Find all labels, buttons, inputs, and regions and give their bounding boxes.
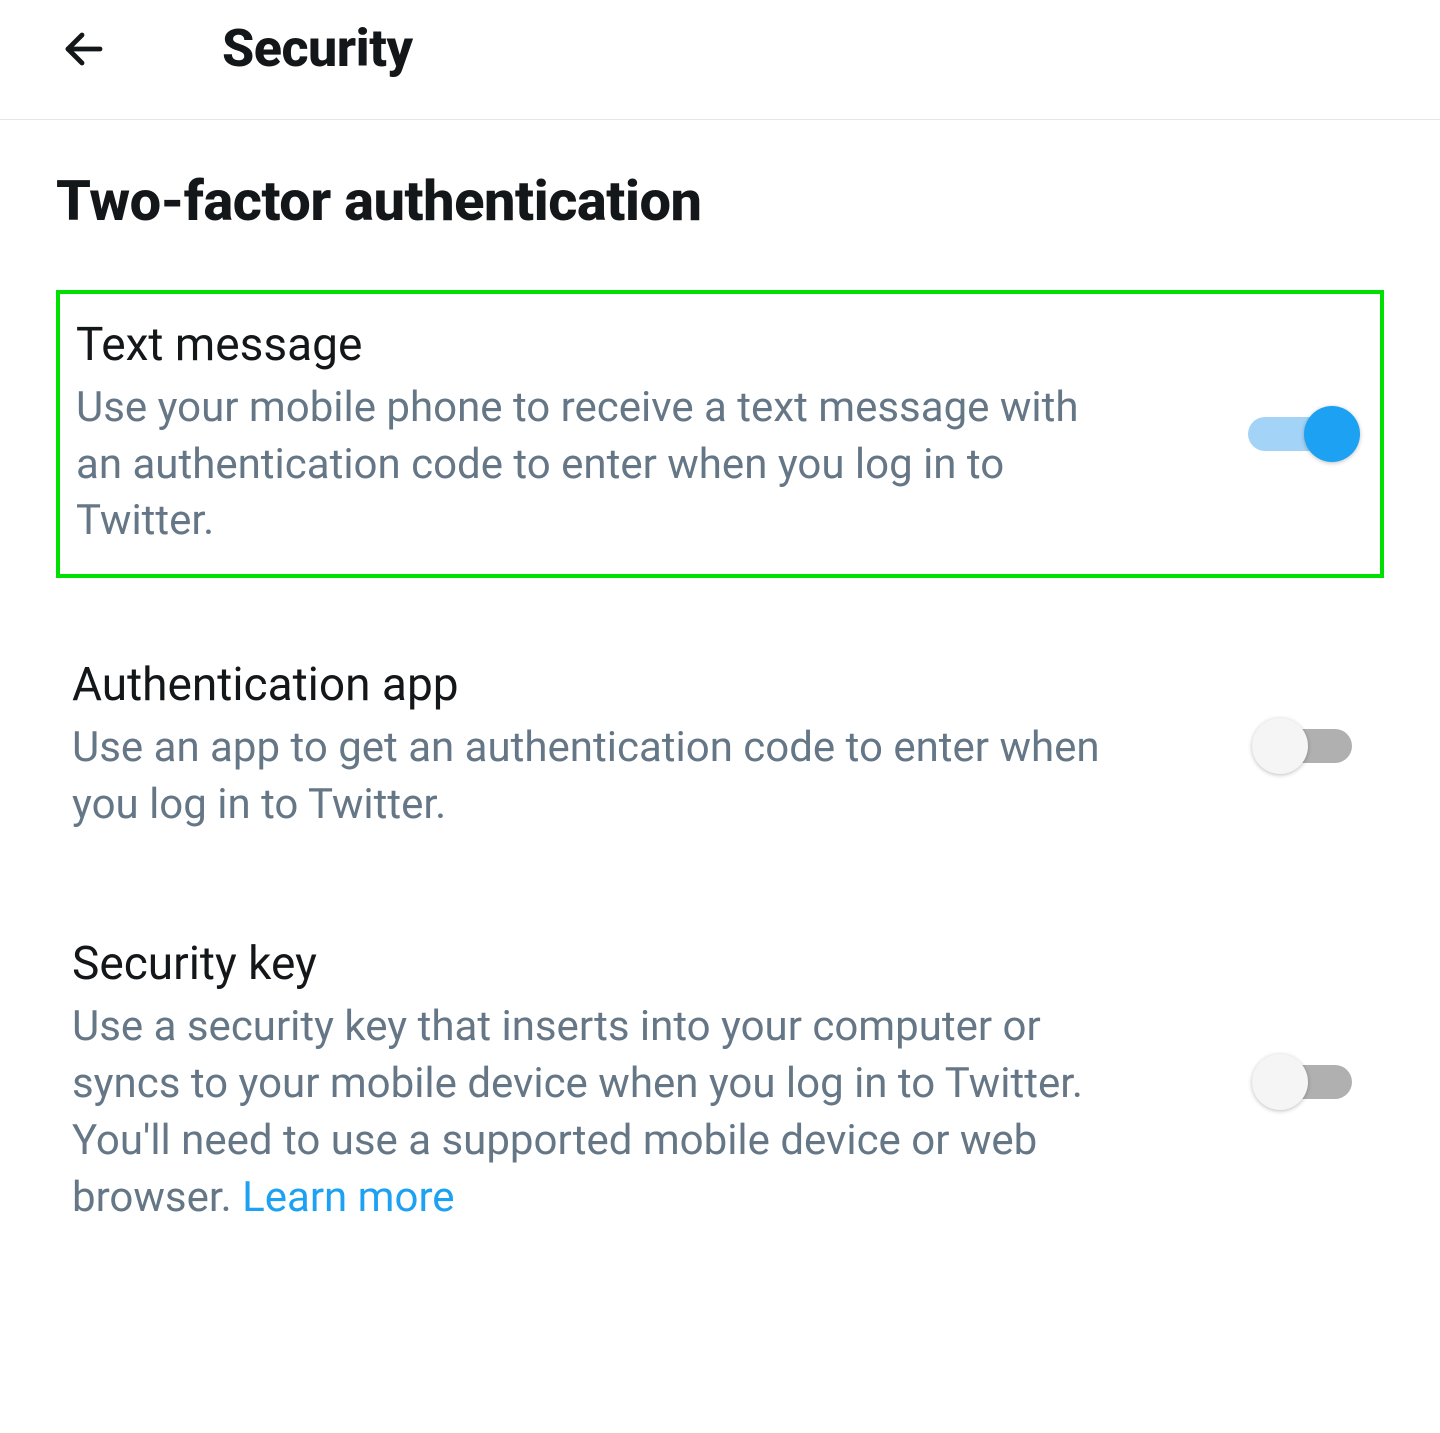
option-description: Use your mobile phone to receive a text …	[76, 380, 1116, 550]
option-security-key: Security key Use a security key that ins…	[56, 913, 1384, 1250]
option-title: Text message	[76, 318, 1116, 372]
option-text-block: Authentication app Use an app to get an …	[72, 658, 1152, 833]
toggle-thumb	[1252, 1054, 1308, 1110]
option-title: Authentication app	[72, 658, 1112, 712]
toggle-security-key[interactable]	[1252, 1052, 1368, 1112]
two-factor-section: Two-factor authentication Text message U…	[0, 120, 1440, 1250]
header: Security	[0, 0, 1440, 120]
page-title: Security	[222, 18, 413, 79]
back-button[interactable]	[56, 21, 112, 77]
arrow-left-icon	[60, 25, 108, 73]
option-desc-text: Use a security key that inserts into you…	[72, 1002, 1083, 1221]
option-text-block: Security key Use a security key that ins…	[72, 937, 1152, 1226]
option-title: Security key	[72, 937, 1112, 991]
option-description: Use an app to get an authentication code…	[72, 720, 1112, 833]
toggle-thumb	[1304, 406, 1360, 462]
toggle-thumb	[1252, 718, 1308, 774]
option-text-block: Text message Use your mobile phone to re…	[76, 318, 1156, 550]
option-authentication-app: Authentication app Use an app to get an …	[56, 634, 1384, 857]
option-text-message: Text message Use your mobile phone to re…	[56, 290, 1384, 578]
toggle-text-message[interactable]	[1248, 404, 1364, 464]
learn-more-link[interactable]: Learn more	[242, 1173, 454, 1222]
option-description: Use a security key that inserts into you…	[72, 999, 1112, 1226]
section-title: Two-factor authentication	[56, 168, 1384, 234]
toggle-authentication-app[interactable]	[1252, 716, 1368, 776]
